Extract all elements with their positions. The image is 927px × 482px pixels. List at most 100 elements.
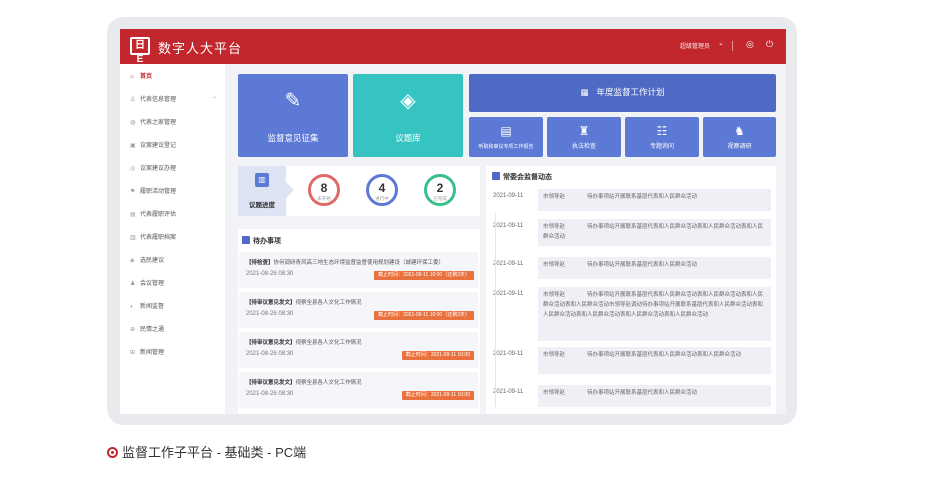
app-title: 数字人大平台 — [158, 41, 243, 56]
logout-icon[interactable]: ⏻ — [766, 39, 773, 50]
sidebar-item-deputy-info[interactable]: ♙ 代表信息管理 ⌃ — [120, 90, 225, 110]
tile-label: 执法检查 — [571, 144, 596, 150]
todo-item[interactable]: 【待审议意见发文】视察全县各人文化工作情况 2021-08-26 08:30 截… — [239, 332, 478, 368]
deadline-badge: 截止时间：2021-09-11 10:00（还剩3天） — [374, 271, 474, 280]
stat-in-progress[interactable]: 4 进行中 — [366, 174, 398, 206]
tab-arrow — [286, 182, 294, 198]
deadline-badge: 截止时间：2021-09-11 10:00（还剩3天） — [374, 311, 474, 320]
sidebar-item-label: 新闻监督 — [140, 304, 165, 310]
tile-label: 视察调研 — [727, 144, 752, 150]
tile-label: 专题询问 — [649, 144, 674, 150]
archive-icon: ▥ — [130, 235, 136, 241]
report-icon: ▤ — [500, 124, 512, 138]
group-icon: ☷ — [656, 124, 668, 138]
todo-header: 待办事项 — [242, 236, 281, 246]
meeting-icon: ♟ — [130, 281, 136, 287]
todo-item[interactable]: 【待检查】协何调研青风高三地生态环境监督监督使用规划建设（城建环保工委） 202… — [239, 252, 478, 288]
top-bar: 日E 数字人大平台 超级管理员 ⌄ ◎ ⏻ — [120, 29, 786, 65]
todo-text: 视察全县各人文化工作情况 — [295, 300, 362, 306]
caption-text: 监督工作子平台 - 基础类 - PC端 — [122, 445, 307, 460]
todo-text: 协何调研青风高三地生态环境监督监督使用规划建设（城建环保工委） — [273, 260, 445, 266]
document-edit-icon: ✎ — [284, 90, 302, 112]
todo-tag: 【待审议意见发文】 — [246, 340, 296, 346]
sidebar-item-voter-advice[interactable]: ◈ 选民建议 — [120, 251, 225, 271]
tile-inspection-research[interactable]: ♞ 视察调研 — [703, 117, 776, 157]
user-settings-icon[interactable]: ◎ — [746, 39, 754, 50]
stat-caption: 已完成 — [433, 196, 447, 201]
sidebar-item-proposal-register[interactable]: ▣ 议案建议登记 — [120, 136, 225, 156]
tile-annual-plan[interactable]: ▦ 年度监督工作计划 — [469, 74, 776, 112]
tile-topic-inquiry[interactable]: ☷ 专题询问 — [625, 117, 699, 157]
news-date: 2021-09-11 — [493, 291, 524, 297]
register-icon: ▣ — [130, 143, 136, 149]
sidebar-item-label: 首页 — [140, 74, 153, 80]
user-icon: ♙ — [130, 97, 136, 103]
sidebar-item-news-manage[interactable]: ⊞ 新闻管理 — [120, 343, 225, 363]
sidebar-item-label: 会议管理 — [140, 281, 165, 287]
sidebar-item-duty-evaluate[interactable]: ▤ 代表履职评估 — [120, 205, 225, 225]
todo-date: 2021-08-26 08:30 — [246, 351, 294, 357]
news-title: 常委会监督动态 — [503, 174, 552, 181]
tile-label: 听取和审议专项工作报告 — [478, 144, 534, 150]
chevron-down-icon[interactable]: ⌄ — [718, 39, 724, 47]
sidebar-item-home[interactable]: ⌂ 首页 — [120, 67, 225, 87]
app-logo: 日E — [130, 37, 150, 65]
todo-title: 待办事项 — [253, 238, 281, 245]
todo-date: 2021-08-26 08:30 — [246, 391, 294, 397]
todo-tag: 【待审议意见发文】 — [246, 380, 296, 386]
progress-tab[interactable]: ▥ 议题进度 — [238, 166, 286, 216]
sidebar-item-public-opinion[interactable]: ⊕ 民情之通 — [120, 320, 225, 340]
sidebar-item-label: 选民建议 — [140, 258, 165, 264]
sidebar-item-meeting[interactable]: ♟ 会议管理 — [120, 274, 225, 294]
sidebar-item-label: 代表履职档案 — [140, 235, 177, 241]
sidebar-item-deputy-home[interactable]: ◍ 代表之家管理 — [120, 113, 225, 133]
news-text: 市领导赵 待办事项站开展联系基层代表和人民群众活动表和人民群众活动表和人民群众活… — [538, 219, 771, 246]
sidebar-item-news-supervision[interactable]: ◐ 新闻监督 — [120, 297, 225, 317]
stat-not-started[interactable]: 8 未开始 — [308, 174, 340, 206]
todo-tag: 【待审议意见发文】 — [246, 300, 296, 306]
news-date: 2021-09-11 — [493, 193, 524, 199]
news-date: 2021-09-11 — [493, 261, 524, 267]
tile-label: 议题库 — [395, 133, 421, 143]
news-text: 市领导赵 待办事项站开展联系基层代表和人民群众活动表和人民群众活动表和人民群众活… — [538, 287, 771, 341]
chart-icon: ▥ — [255, 173, 269, 187]
target-icon — [107, 447, 118, 458]
tile-special-report[interactable]: ▤ 听取和审议专项工作报告 — [469, 117, 543, 157]
inspect-icon: ♜ — [578, 124, 590, 138]
tile-law-inspection[interactable]: ♜ 执法检查 — [547, 117, 621, 157]
tile-label: 监督意见征集 — [267, 133, 319, 143]
news-header: 常委会监督动态 — [492, 172, 552, 182]
flag-icon: ⚑ — [130, 189, 136, 195]
todo-item[interactable]: 【待审议意见发文】视察全县各人文化工作情况 2021-08-26 08:30 截… — [239, 372, 478, 408]
deadline-badge: 截止时间：2021-09-11 10:00 — [401, 391, 474, 400]
stat-caption: 进行中 — [375, 196, 389, 201]
process-icon: ◎ — [130, 166, 136, 172]
stat-caption: 未开始 — [317, 196, 331, 201]
stat-value: 2 — [436, 181, 444, 195]
sidebar-item-label: 代表履职评估 — [140, 212, 177, 218]
tile-supervision-collection[interactable]: ✎ 监督意见征集 — [238, 74, 348, 157]
sidebar-item-proposal-handle[interactable]: ◎ 议案建议办理 — [120, 159, 225, 179]
list-icon — [242, 236, 250, 244]
sidebar-item-label: 新闻管理 — [140, 350, 165, 356]
sidebar-item-duty-archive[interactable]: ▥ 代表履职档案 — [120, 228, 225, 248]
evaluate-icon: ▤ — [130, 212, 136, 218]
divider — [732, 41, 733, 51]
tile-topic-library[interactable]: ◈ 议题库 — [353, 74, 463, 157]
stat-value: 8 — [320, 181, 328, 195]
news-date: 2021-09-11 — [493, 351, 524, 357]
sidebar-item-duty-activity[interactable]: ⚑ 履职活动管理 — [120, 182, 225, 202]
sidebar-item-label: 代表之家管理 — [140, 120, 177, 126]
sidebar-item-label: 代表信息管理 — [140, 97, 177, 103]
tile-label: 年度监督工作计划 — [596, 87, 665, 97]
todo-date: 2021-08-26 08:30 — [246, 311, 294, 317]
todo-item[interactable]: 【待审议意见发文】视察全县各人文化工作情况 2021-08-26 08:30 截… — [239, 292, 478, 328]
todo-text: 视察全县各人文化工作情况 — [295, 340, 362, 346]
stat-completed[interactable]: 2 已完成 — [424, 174, 456, 206]
stat-value: 4 — [378, 181, 386, 195]
list-icon — [492, 172, 500, 180]
sidebar-item-label: 议案建议办理 — [140, 166, 177, 172]
timeline-line — [495, 213, 496, 407]
sidebar-item-label: 民情之通 — [140, 327, 165, 333]
user-name[interactable]: 超级管理员 — [680, 41, 710, 50]
